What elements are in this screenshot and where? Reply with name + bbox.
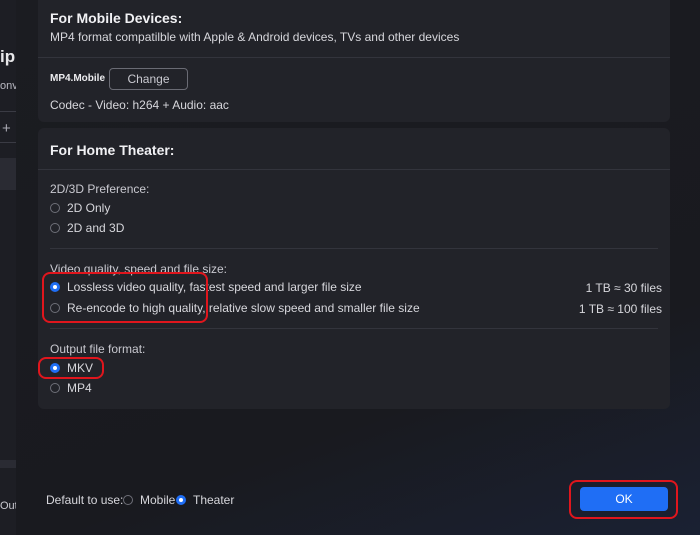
change-format-button[interactable]: Change bbox=[109, 68, 188, 90]
section-divider bbox=[50, 248, 658, 249]
section-divider bbox=[50, 328, 658, 329]
radio-selected-icon[interactable] bbox=[50, 282, 60, 292]
mobile-devices-card: For Mobile Devices: MP4 format compatilb… bbox=[38, 0, 670, 122]
option-label: 2D Only bbox=[67, 201, 111, 215]
home-divider bbox=[38, 169, 670, 170]
background-output-label: Outp bbox=[0, 500, 16, 512]
mobile-description: MP4 format compatilble with Apple & Andr… bbox=[50, 30, 460, 44]
size-estimate: 1 TB ≈ 100 files bbox=[578, 302, 662, 316]
pref-option-2d-3d[interactable]: 2D and 3D bbox=[50, 220, 124, 236]
option-label: Theater bbox=[193, 493, 235, 507]
radio-selected-icon[interactable] bbox=[176, 495, 186, 505]
option-label: 2D and 3D bbox=[67, 221, 125, 235]
background-app-window: ipp onv + Outp bbox=[0, 0, 16, 535]
default-to-use-label: Default to use: bbox=[46, 493, 124, 507]
mobile-divider bbox=[38, 57, 670, 58]
home-theater-card: For Home Theater: 2D/3D Preference: 2D O… bbox=[38, 128, 670, 409]
option-label: Re-encode to high quality, relative slow… bbox=[67, 301, 420, 315]
pref-option-2d-only[interactable]: 2D Only bbox=[50, 200, 110, 216]
format-option-mp4[interactable]: MP4 bbox=[50, 380, 92, 396]
option-label: Mobile bbox=[140, 493, 176, 507]
format-option-mkv[interactable]: MKV bbox=[50, 360, 93, 376]
plus-icon: + bbox=[2, 120, 11, 137]
ok-button[interactable]: OK bbox=[580, 487, 668, 511]
format-label: Output file format: bbox=[50, 342, 146, 356]
default-option-mobile[interactable]: Mobile bbox=[123, 493, 175, 507]
radio-icon[interactable] bbox=[50, 303, 60, 313]
pref-label: 2D/3D Preference: bbox=[50, 182, 150, 196]
background-app-subtitle: onv bbox=[0, 80, 16, 92]
background-app-title: ipp bbox=[0, 47, 16, 66]
radio-icon[interactable] bbox=[50, 203, 60, 213]
profile-settings-dialog: For Mobile Devices: MP4 format compatilb… bbox=[16, 0, 700, 535]
default-option-theater[interactable]: Theater bbox=[176, 493, 234, 507]
background-divider bbox=[0, 142, 16, 143]
mobile-card-title: For Mobile Devices: bbox=[50, 10, 183, 26]
radio-icon[interactable] bbox=[123, 495, 133, 505]
quality-option-reencode[interactable]: Re-encode to high quality, relative slow… bbox=[50, 300, 420, 316]
mobile-format-name: MP4.Mobile bbox=[50, 73, 106, 84]
radio-icon[interactable] bbox=[50, 383, 60, 393]
mobile-codec-info: Codec - Video: h264 + Audio: aac bbox=[50, 98, 229, 112]
radio-icon[interactable] bbox=[50, 223, 60, 233]
option-label: Lossless video quality, fastest speed an… bbox=[67, 280, 362, 294]
background-panel bbox=[0, 460, 16, 468]
home-card-title: For Home Theater: bbox=[50, 142, 175, 158]
radio-selected-icon[interactable] bbox=[50, 363, 60, 373]
size-estimate: 1 TB ≈ 30 files bbox=[585, 281, 662, 295]
quality-option-lossless[interactable]: Lossless video quality, fastest speed an… bbox=[50, 279, 362, 295]
option-label: MP4 bbox=[67, 381, 92, 395]
quality-label: Video quality, speed and file size: bbox=[50, 262, 228, 276]
option-label: MKV bbox=[67, 361, 94, 375]
background-divider bbox=[0, 111, 16, 112]
background-panel bbox=[0, 158, 16, 190]
